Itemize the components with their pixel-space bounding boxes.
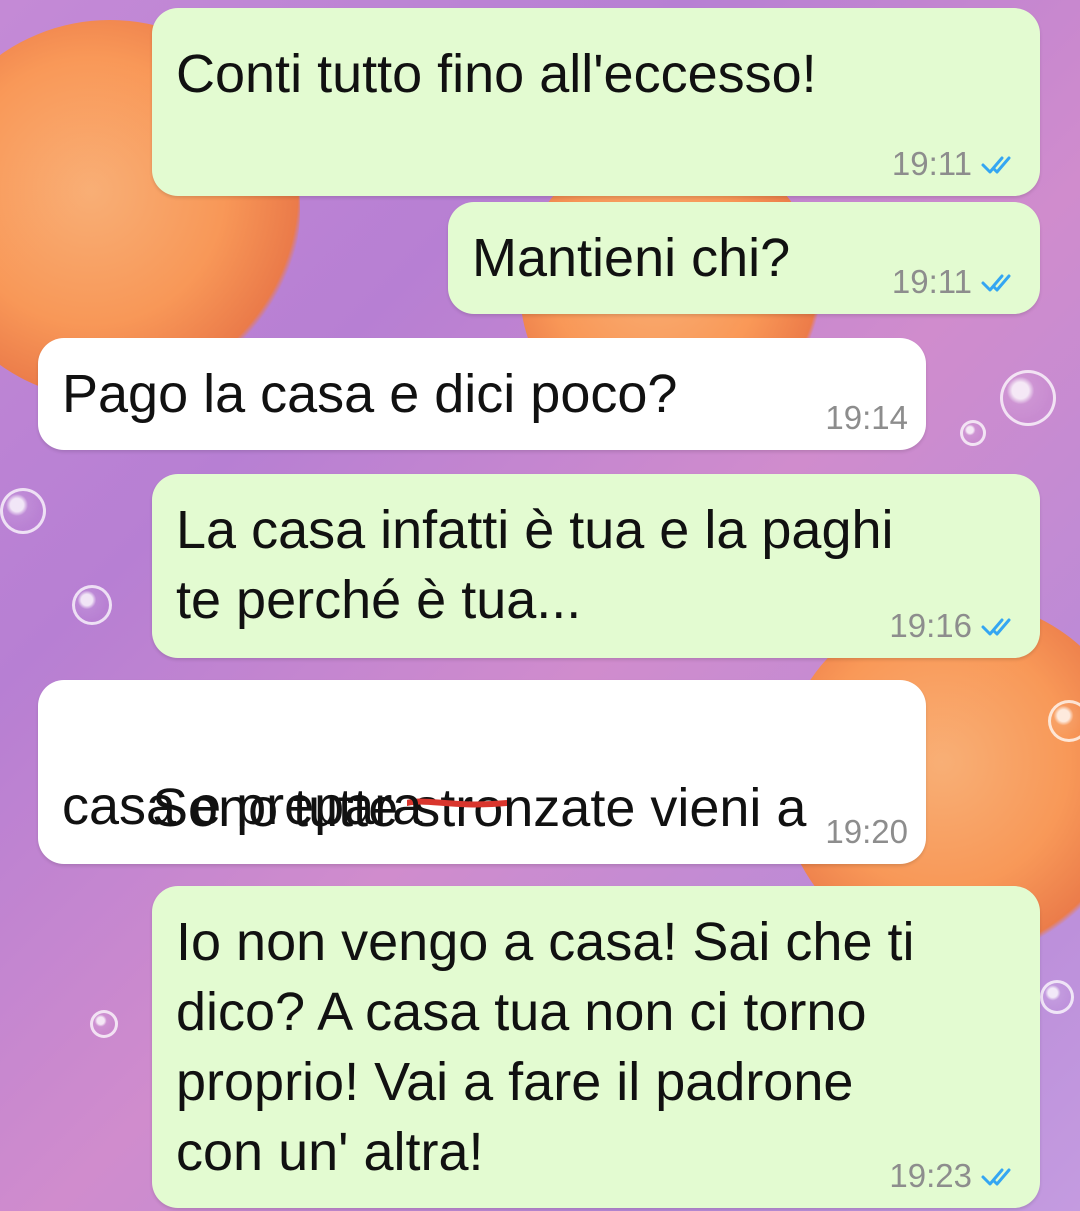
message-time: 19:11 bbox=[891, 145, 972, 182]
message-text: Pago la casa e dici poco? bbox=[62, 364, 678, 424]
message-meta: 19:11 bbox=[892, 264, 1022, 300]
message-text-line: Io non vengo a casa! Sai che ti bbox=[176, 912, 915, 972]
double-check-icon bbox=[981, 156, 1011, 174]
message-outgoing[interactable]: La casa infatti è tua e la paghi te perc… bbox=[152, 474, 1040, 658]
message-text-part: vieni a bbox=[635, 778, 807, 838]
message-text-line: dico? A casa tua non ci torno bbox=[176, 982, 867, 1042]
message-incoming[interactable]: Sono tutte stronzate vieni a casa e prep… bbox=[38, 680, 926, 864]
message-text: Mantieni chi? bbox=[472, 228, 791, 288]
double-check-icon bbox=[981, 274, 1011, 292]
message-text-line: te perché è tua... bbox=[176, 570, 582, 630]
message-time: 19:20 bbox=[825, 813, 908, 850]
double-check-icon bbox=[981, 1168, 1011, 1186]
message-meta: 19:14 bbox=[825, 400, 908, 436]
message-text-line: casa e prepara bbox=[62, 776, 423, 836]
message-outgoing[interactable]: Conti tutto fino all'eccesso! 19:11 bbox=[152, 8, 1040, 196]
message-outgoing[interactable]: Mantieni chi? 19:11 bbox=[448, 202, 1040, 314]
message-meta: 19:16 bbox=[889, 608, 1022, 644]
message-time: 19:23 bbox=[889, 1157, 972, 1194]
message-text: Conti tutto fino all'eccesso! bbox=[176, 44, 817, 104]
message-outgoing[interactable]: Io non vengo a casa! Sai che ti dico? A … bbox=[152, 886, 1040, 1208]
message-text-line: proprio! Vai a fare il padrone bbox=[176, 1052, 854, 1112]
message-meta: 19:23 bbox=[889, 1158, 1022, 1194]
struck-text: stronzate bbox=[413, 778, 636, 838]
message-text-line: La casa infatti è tua e la paghi bbox=[176, 500, 894, 560]
message-meta: 19:20 bbox=[825, 814, 908, 850]
message-meta: 19:11 bbox=[892, 146, 1022, 182]
double-check-icon bbox=[981, 618, 1011, 636]
message-incoming[interactable]: Pago la casa e dici poco? 19:14 bbox=[38, 338, 926, 450]
message-time: 19:16 bbox=[889, 607, 972, 644]
censored-word: stronzate bbox=[407, 772, 636, 844]
message-time: 19:14 bbox=[825, 399, 908, 436]
message-time: 19:11 bbox=[891, 263, 972, 300]
message-text-line: con un' altra! bbox=[176, 1122, 484, 1182]
chat-thread: Conti tutto fino all'eccesso! 19:11 Mant… bbox=[0, 0, 1080, 1211]
